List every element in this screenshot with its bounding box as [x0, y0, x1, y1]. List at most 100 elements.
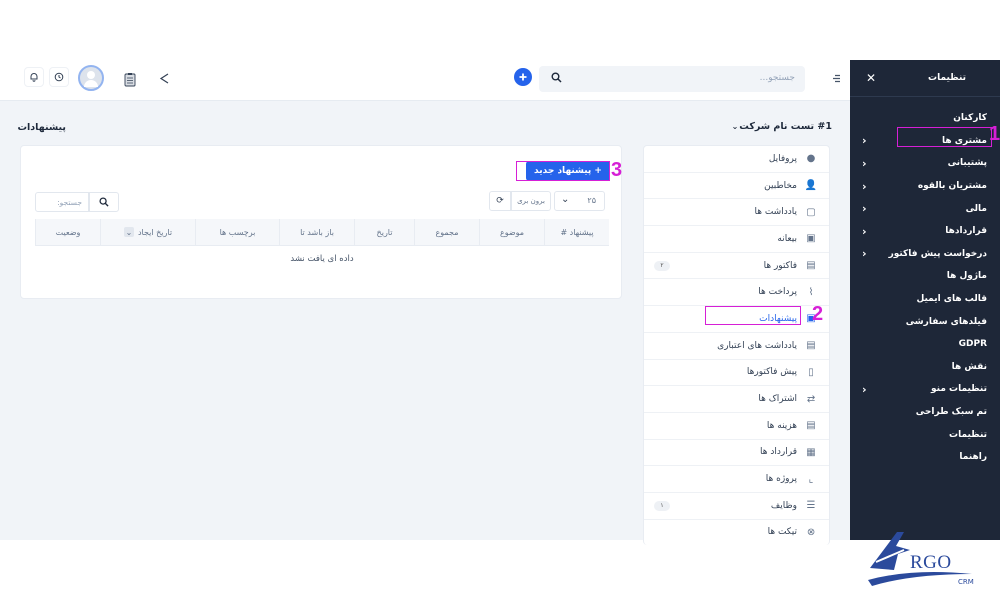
- sidebar-item[interactable]: راهنما: [850, 446, 1000, 469]
- estimate-icon: ▯: [808, 366, 814, 378]
- clock-icon[interactable]: [49, 67, 69, 87]
- sidebar-item[interactable]: تم سبک طراحی: [850, 401, 1000, 424]
- annotation-number-2: 2: [812, 303, 824, 325]
- customer-nav-label: اشتراک ها: [758, 394, 797, 405]
- annotation-box-3: [516, 161, 610, 181]
- sidebar-item[interactable]: مشتریان بالقوه ‹: [850, 175, 1000, 198]
- sidebar-item[interactable]: تنظیمات منو ‹: [850, 378, 1000, 401]
- sidebar-item-label: قراردادها: [945, 226, 987, 237]
- column-header[interactable]: وضعیت: [35, 219, 100, 245]
- chevron-left-icon[interactable]: ‹: [862, 157, 867, 170]
- customer-nav-label: فاکتور ها: [763, 260, 797, 271]
- sidebar-item[interactable]: ماژول ها: [850, 265, 1000, 288]
- note-icon: ▢: [806, 206, 816, 218]
- page-size-value: ۲۵: [587, 196, 596, 205]
- sidebar-item-label: قالب های ایمیل: [916, 294, 987, 305]
- column-header[interactable]: مجموع: [414, 219, 479, 245]
- argo-crm-logo: RGO CRM: [862, 528, 987, 596]
- customer-nav-item[interactable]: 👤 مخاطبین: [644, 173, 829, 200]
- customer-nav-item[interactable]: ▣ بیعانه: [644, 226, 829, 253]
- customer-nav-item[interactable]: ⊗ تیکت ها: [644, 520, 829, 545]
- customer-nav-item[interactable]: ▤ یادداشت های اعتباری: [644, 333, 829, 360]
- tasks-icon: ☰: [806, 500, 816, 512]
- column-header[interactable]: تاریخ: [354, 219, 414, 245]
- user-circle-icon: ●: [806, 153, 816, 165]
- customer-nav-item[interactable]: ● پروفایل: [644, 146, 829, 173]
- column-header-label: تاریخ: [376, 227, 393, 237]
- chevron-left-icon[interactable]: ‹: [862, 202, 867, 215]
- sidebar-item[interactable]: قراردادها ‹: [850, 220, 1000, 243]
- sidebar-title: تنظیمات: [928, 73, 966, 83]
- close-icon[interactable]: ✕: [866, 71, 876, 85]
- customer-nav-item[interactable]: ▢ یادداشت ها: [644, 199, 829, 227]
- annotation-box-2: [705, 306, 801, 325]
- sidebar-item[interactable]: تنظیمات: [850, 423, 1000, 446]
- project-icon: ⌞: [808, 473, 814, 485]
- sidebar-item[interactable]: قالب های ایمیل: [850, 288, 1000, 311]
- table-search-button[interactable]: [89, 192, 119, 212]
- customer-nav-item[interactable]: ▯ پیش فاکتورها: [644, 360, 829, 387]
- customer-nav-label: پیش فاکتورها: [746, 367, 797, 378]
- refresh-icon: ⟳: [496, 196, 504, 206]
- customer-nav-item[interactable]: ▦ قرارداد ها: [644, 440, 829, 467]
- menu-toggle-icon[interactable]: [829, 71, 843, 85]
- customer-nav-label: یادداشت ها: [754, 207, 798, 218]
- customer-nav-item[interactable]: ☰ وظایف ۱: [644, 493, 829, 520]
- annotation-number-3: 3: [611, 159, 623, 181]
- avatar[interactable]: [78, 65, 104, 91]
- invoice-icon: ▤: [806, 260, 816, 272]
- chevron-left-icon[interactable]: ‹: [862, 383, 867, 396]
- column-header-label: باز باشد تا: [300, 227, 334, 237]
- customer-nav-item[interactable]: ▤ فاکتور ها ۲: [644, 253, 829, 280]
- sidebar-item[interactable]: نقش ها: [850, 356, 1000, 379]
- deposit-icon: ▣: [806, 233, 816, 245]
- search-placeholder: جستجو...: [759, 73, 795, 83]
- annotation-box-1: [897, 127, 992, 147]
- chevron-left-icon[interactable]: ‹: [862, 180, 867, 193]
- table-search-input[interactable]: جستجو:: [35, 192, 89, 212]
- customer-nav-item[interactable]: ⇄ اشتراک ها: [644, 386, 829, 413]
- chevron-left-icon[interactable]: ‹: [862, 225, 867, 238]
- sidebar-item-label: مشتریان بالقوه: [917, 181, 987, 192]
- sidebar-menu: کارکنان مشتری ها ‹ پشتیبانی ‹ مشتریان بالقوه ‹…: [850, 97, 1000, 469]
- column-header-label: پیشنهاد #: [560, 227, 594, 237]
- column-header[interactable]: برچسب ها: [195, 219, 279, 245]
- sidebar-item-label: تنظیمات: [949, 429, 987, 440]
- export-button[interactable]: برون بری: [511, 191, 551, 211]
- customer-nav-label: پروفایل: [768, 153, 797, 164]
- customer-title[interactable]: #1 تست نام شرکت⌄: [732, 121, 832, 132]
- customer-nav-label: قرارداد ها: [760, 447, 797, 458]
- column-header[interactable]: موضوع: [479, 219, 544, 245]
- search-icon: [99, 197, 109, 207]
- column-header-label: مجموع: [435, 227, 459, 237]
- page-size-select[interactable]: ۲۵ ⌄: [554, 191, 605, 211]
- sort-icon[interactable]: ⌄: [123, 227, 134, 237]
- plus-circle-icon[interactable]: [514, 68, 532, 86]
- column-header-label: موضوع: [499, 227, 525, 237]
- customer-name: #1 تست نام شرکت: [739, 121, 832, 132]
- sidebar-item[interactable]: GDPR: [850, 333, 1000, 356]
- customer-nav-item[interactable]: ⌞ پروژه ها: [644, 466, 829, 493]
- column-header[interactable]: تاریخ ایجاد ⌄: [100, 219, 195, 245]
- sidebar-item-label: نقش ها: [951, 361, 987, 372]
- sidebar-item[interactable]: مالی ‹: [850, 197, 1000, 220]
- search-icon[interactable]: [551, 72, 562, 86]
- column-header[interactable]: باز باشد تا: [279, 219, 354, 245]
- sidebar-item[interactable]: فیلدهای سفارشی: [850, 310, 1000, 333]
- refresh-button[interactable]: ⟳: [489, 191, 511, 211]
- search-input[interactable]: جستجو...: [539, 66, 805, 92]
- sidebar-item[interactable]: پشتیبانی ‹: [850, 152, 1000, 175]
- chevron-left-icon[interactable]: ‹: [862, 134, 867, 147]
- customer-nav-item[interactable]: ⌇ پرداخت ها: [644, 279, 829, 307]
- share-icon[interactable]: [156, 70, 172, 86]
- column-header-label: برچسب ها: [219, 227, 256, 237]
- chevron-left-icon[interactable]: ‹: [862, 247, 867, 260]
- bell-icon[interactable]: [24, 67, 44, 87]
- column-header[interactable]: پیشنهاد #: [544, 219, 609, 245]
- sidebar-item-label: کارکنان: [953, 113, 987, 124]
- customer-nav-item[interactable]: ▤ هزینه ها: [644, 413, 829, 440]
- sidebar-item-label: پشتیبانی: [947, 158, 987, 169]
- clipboard-icon[interactable]: [122, 70, 138, 88]
- sidebar-item[interactable]: درخواست پیش فاکتور ‹: [850, 243, 1000, 266]
- sidebar-item-label: درخواست پیش فاکتور: [888, 248, 987, 259]
